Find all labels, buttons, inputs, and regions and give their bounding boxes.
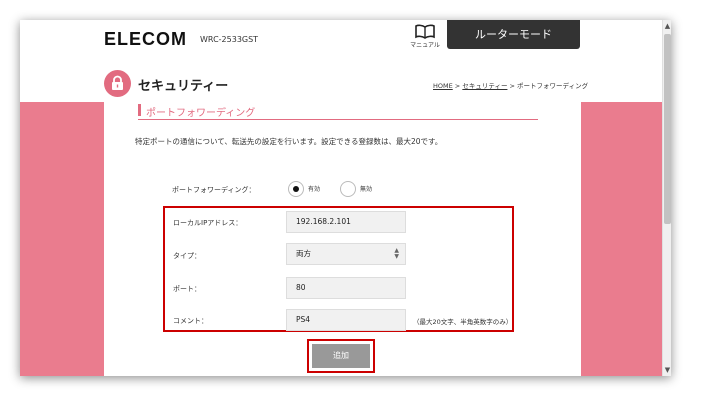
breadcrumb-separator: > (507, 82, 518, 90)
port-input[interactable]: 80 (286, 277, 406, 299)
manual-label: マニュアル (410, 42, 440, 49)
section-accent-bar (138, 104, 141, 116)
port-label: ポート： (173, 285, 201, 293)
radio-selected-dot (293, 186, 299, 192)
radio-circle[interactable] (288, 181, 304, 197)
add-button[interactable]: 追加 (312, 344, 370, 368)
section-heading: ポートフォワーディング (138, 102, 538, 120)
local-ip-input[interactable]: 192.168.2.101 (286, 211, 406, 233)
left-side-panel (20, 102, 104, 376)
chevron-down-icon[interactable]: ▼ (663, 365, 671, 375)
security-badge (104, 70, 131, 97)
breadcrumb-current: ポートフォワーディング (517, 82, 589, 90)
manual-link[interactable]: マニュアル (410, 24, 440, 49)
vertical-scrollbar[interactable]: ▲ ▼ (662, 20, 671, 376)
comment-label: コメント： (173, 317, 208, 325)
lock-icon (112, 75, 123, 90)
browser-screenshot: ▲ ▼ ELECOM WRC-2533GST マニュアル ルーターモード セキュ… (20, 20, 671, 376)
port-forwarding-label: ポートフォワーディング： (172, 186, 256, 194)
type-label: タイプ： (173, 252, 201, 260)
scrollbar-thumb[interactable] (664, 34, 671, 224)
radio-circle[interactable] (340, 181, 356, 197)
section-heading-text: ポートフォワーディング (146, 108, 256, 119)
type-select-value: 両方 (296, 249, 311, 258)
page-title: セキュリティー (138, 79, 229, 94)
router-mode-button[interactable]: ルーターモード (447, 20, 580, 49)
breadcrumb: HOME > セキュリティー > ポートフォワーディング (433, 80, 588, 90)
book-icon (415, 24, 435, 39)
model-name: WRC-2533GST (200, 35, 259, 44)
right-side-panel (581, 102, 662, 376)
comment-hint: （最大20文字、半角英数字のみ） (413, 318, 513, 326)
radio-enabled-label: 有効 (308, 186, 321, 193)
breadcrumb-home-link[interactable]: HOME (433, 82, 453, 90)
local-ip-label: ローカルIPアドレス： (173, 219, 243, 227)
radio-disabled-label: 無効 (360, 186, 373, 193)
breadcrumb-security-link[interactable]: セキュリティー (462, 82, 507, 90)
updown-arrows-icon: ▲ ▼ (394, 247, 399, 260)
main-content: ポートフォワーディング 特定ポートの通信について、転送先の設定を行います。設定で… (104, 102, 581, 376)
highlight-box-add: 追加 (307, 339, 375, 373)
chevron-up-icon[interactable]: ▲ (663, 21, 671, 31)
comment-input[interactable]: PS4 (286, 309, 406, 331)
section-description: 特定ポートの通信について、転送先の設定を行います。設定できる登録数は、最大20で… (135, 137, 443, 146)
elecom-logo: ELECOM (104, 29, 188, 49)
breadcrumb-separator: > (452, 82, 463, 90)
type-select[interactable]: 両方 ▲ ▼ (286, 243, 406, 265)
